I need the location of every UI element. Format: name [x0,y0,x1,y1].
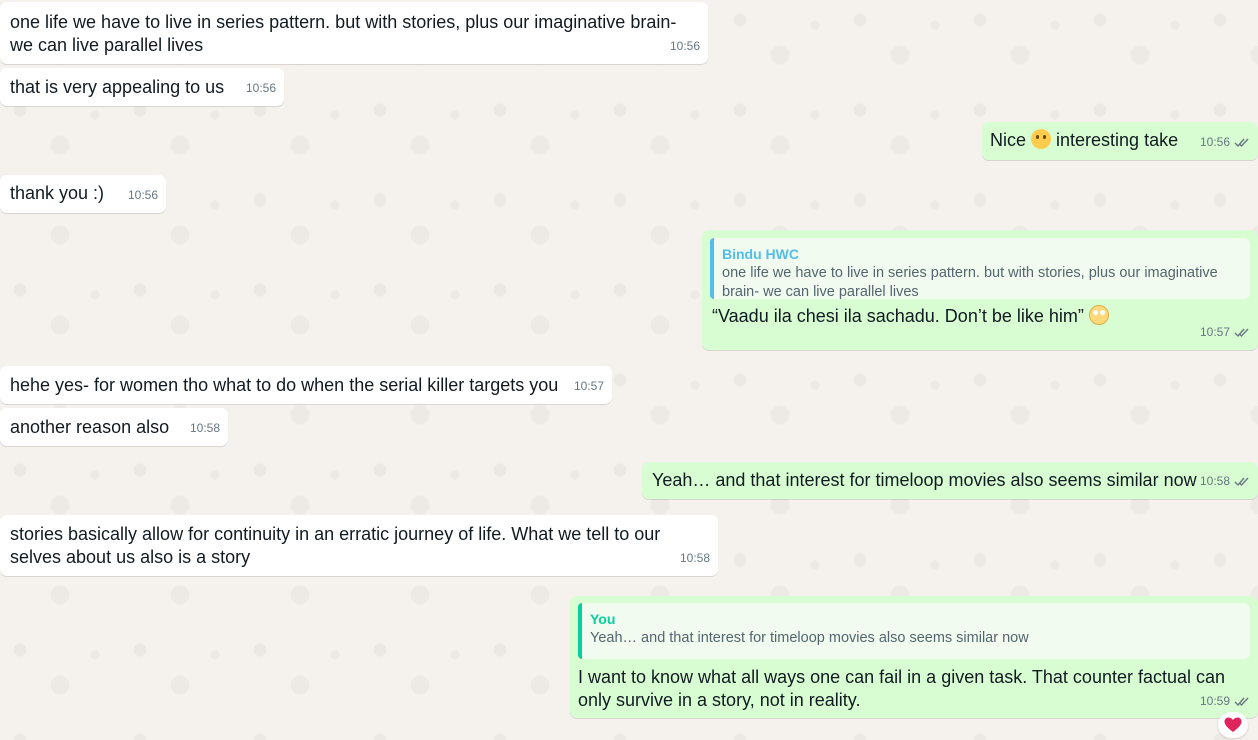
message-text: Yeah… and that interest for timeloop mov… [652,470,1197,490]
message-time: 10:58 [1199,474,1230,488]
smiling-face-icon [1031,129,1052,149]
message-incoming[interactable]: stories basically allow for continuity i… [0,515,718,576]
message-incoming[interactable]: thank you :) 10:56 [0,175,166,213]
double-check-icon [1234,328,1249,338]
face-with-rolling-eyes-icon [1088,305,1109,325]
message-text: stories basically allow for continuity i… [10,524,661,567]
message-incoming[interactable]: that is very appealing to us 10:56 [0,68,284,106]
message-text: another reason also [10,417,170,437]
message-time: 10:59 [1199,694,1230,708]
message-meta: 10:56 [246,77,276,100]
message-meta: 10:58 [190,417,220,440]
message-incoming[interactable]: one life we have to live in series patte… [0,2,708,64]
message-outgoing[interactable]: Nice interesting take 10:56 [982,122,1258,160]
quoted-text: one life we have to live in series patte… [722,265,1218,300]
message-time: 10:56 [245,81,276,95]
message-time: 10:57 [573,379,604,393]
message-time: 10:56 [669,39,700,53]
red-heart-icon [1224,717,1242,732]
message-incoming[interactable]: another reason also 10:58 [0,408,228,446]
message-incoming[interactable]: hehe yes- for women tho what to do when … [0,366,612,404]
message-time: 10:56 [1199,135,1230,149]
quoted-message[interactable]: Bindu HWC one life we have to live in se… [710,238,1250,300]
quoted-message[interactable]: You Yeah… and that interest for timeloop… [578,603,1250,659]
message-time: 10:57 [1199,325,1230,339]
quoted-author: You [590,611,616,627]
message-text: “Vaadu ila chesi ila sachadu. Don’t be l… [710,305,1250,328]
message-text-part: interesting take [1051,130,1179,150]
message-text-part: Nice [990,130,1032,150]
message-text: that is very appealing to us [10,77,225,97]
message-meta: 10:59 [1200,690,1250,713]
message-meta: 10:57 [1200,321,1250,344]
message-text: one life we have to live in series patte… [10,12,677,55]
double-check-icon [1234,477,1249,487]
message-meta: 10:58 [1200,470,1250,493]
quoted-text: Yeah… and that interest for timeloop mov… [590,630,1029,646]
double-check-icon [1234,697,1249,707]
message-meta: 10:58 [680,547,710,570]
message-reaction[interactable] [1218,712,1248,738]
message-time: 10:58 [189,421,220,435]
double-check-icon [1234,138,1249,148]
message-outgoing[interactable]: Yeah… and that interest for timeloop mov… [642,462,1258,499]
message-meta: 10:56 [1200,131,1250,154]
message-time: 10:56 [127,188,158,202]
message-meta: 10:56 [670,35,700,58]
message-text: I want to know what all ways one can fai… [578,667,1226,710]
message-time: 10:58 [679,551,710,565]
message-meta: 10:56 [128,184,158,207]
message-outgoing-reply[interactable]: Bindu HWC one life we have to live in se… [702,230,1258,350]
quoted-author: Bindu HWC [722,246,799,262]
message-outgoing-reply[interactable]: You Yeah… and that interest for timeloop… [570,596,1258,718]
message-text-part: “Vaadu ila chesi ila sachadu. Don’t be l… [712,306,1089,326]
message-meta: 10:57 [574,375,604,398]
message-text: hehe yes- for women tho what to do when … [10,375,559,395]
